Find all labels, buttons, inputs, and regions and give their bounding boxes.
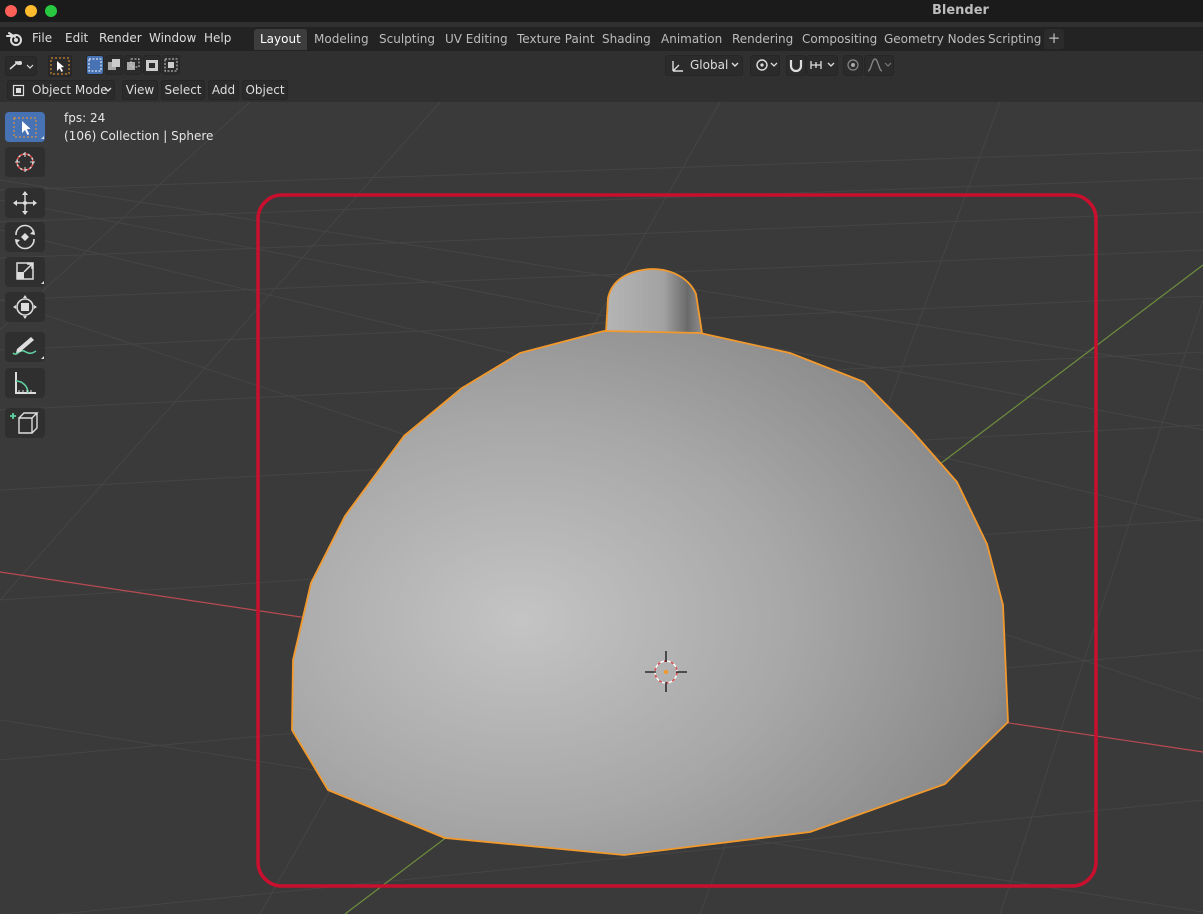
tool-cursor[interactable] bbox=[5, 147, 45, 177]
blender-logo-icon[interactable] bbox=[6, 31, 24, 47]
tool-rotate[interactable] bbox=[5, 222, 45, 252]
close-window-button[interactable] bbox=[5, 5, 17, 17]
transform-icon bbox=[13, 295, 37, 319]
collection-info: (106) Collection | Sphere bbox=[64, 129, 214, 143]
tool-settings-icon bbox=[9, 61, 34, 70]
cursor-icon bbox=[15, 152, 35, 172]
object-mode-label: Object Mode bbox=[32, 83, 108, 97]
transform-orientation-value: Global bbox=[690, 58, 729, 72]
sphere-knob bbox=[605, 268, 703, 334]
tab-geometry-nodes[interactable]: Geometry Nodes bbox=[878, 29, 991, 50]
menu-edit[interactable]: Edit bbox=[65, 31, 88, 45]
rotate-icon bbox=[15, 224, 35, 250]
top-menubar: File Edit Render Window Help Layout Mode… bbox=[0, 27, 1203, 51]
chevron-down-icon bbox=[731, 62, 739, 67]
add-workspace-button[interactable]: + bbox=[1044, 29, 1064, 49]
annotate-icon bbox=[12, 337, 44, 359]
tab-uv-editing[interactable]: UV Editing bbox=[439, 29, 514, 50]
tool-select-box[interactable] bbox=[5, 112, 45, 142]
active-tool-button[interactable] bbox=[48, 55, 72, 77]
mode-subtract-button[interactable] bbox=[124, 55, 142, 75]
proportional-falloff-dropdown[interactable] bbox=[864, 55, 894, 76]
tab-compositing[interactable]: Compositing bbox=[796, 29, 883, 50]
snap-increment-icon bbox=[810, 61, 835, 69]
transform-orientation-dropdown[interactable]: Global bbox=[665, 55, 743, 76]
viewport-scene[interactable] bbox=[0, 102, 1203, 914]
viewport-header: Object Mode View Select Add Object bbox=[0, 78, 1203, 102]
menu-window[interactable]: Window bbox=[149, 31, 196, 45]
mode-intersect-button[interactable] bbox=[162, 55, 180, 75]
tool-transform[interactable] bbox=[5, 292, 45, 322]
object-mode-dropdown[interactable]: Object Mode bbox=[7, 80, 115, 100]
select-invert-icon bbox=[146, 60, 158, 71]
snapping-toggle[interactable] bbox=[786, 55, 806, 76]
menu-file[interactable]: File bbox=[32, 31, 52, 45]
tool-add-cube[interactable] bbox=[5, 408, 45, 438]
orientation-axes-icon bbox=[672, 61, 683, 72]
snap-target-dropdown[interactable] bbox=[806, 55, 838, 76]
menu-help[interactable]: Help bbox=[204, 31, 231, 45]
select-arrow-icon bbox=[50, 57, 70, 75]
mode-invert-button[interactable] bbox=[143, 55, 161, 75]
tool-annotate[interactable] bbox=[5, 332, 45, 362]
tab-animation[interactable]: Animation bbox=[655, 29, 728, 50]
tab-rendering[interactable]: Rendering bbox=[726, 29, 799, 50]
object-mode-icon bbox=[12, 84, 25, 97]
window-titlebar: Blender bbox=[0, 0, 1203, 22]
select-box-icon bbox=[13, 117, 44, 139]
view-menu[interactable]: View bbox=[122, 80, 158, 100]
select-intersect-icon bbox=[164, 58, 178, 72]
sphere-mesh[interactable] bbox=[291, 330, 1009, 856]
maximize-window-button[interactable] bbox=[45, 5, 57, 17]
tab-layout[interactable]: Layout bbox=[254, 29, 307, 50]
app-title: Blender bbox=[932, 3, 989, 18]
pivot-point-icon bbox=[756, 59, 778, 71]
tab-texture-paint[interactable]: Texture Paint bbox=[511, 29, 600, 50]
select-set-icon bbox=[88, 58, 102, 72]
tab-scripting[interactable]: Scripting bbox=[982, 29, 1047, 50]
tab-sculpting[interactable]: Sculpting bbox=[373, 29, 441, 50]
select-extend-icon bbox=[108, 59, 120, 70]
tool-settings-header: Global bbox=[0, 53, 1203, 78]
fps-readout: fps: 24 bbox=[64, 111, 106, 125]
proportional-editing-toggle[interactable] bbox=[843, 55, 863, 76]
minimize-window-button[interactable] bbox=[25, 5, 37, 17]
tool-scale[interactable] bbox=[5, 257, 45, 287]
magnet-icon bbox=[789, 60, 803, 73]
tool-options-dropdown[interactable] bbox=[5, 56, 37, 76]
select-menu[interactable]: Select bbox=[161, 80, 205, 100]
3d-viewport[interactable] bbox=[0, 102, 1203, 914]
menu-render[interactable]: Render bbox=[99, 31, 142, 45]
tab-shading[interactable]: Shading bbox=[596, 29, 657, 50]
add-cube-icon bbox=[10, 412, 39, 434]
select-subtract-icon bbox=[127, 58, 140, 70]
scale-icon bbox=[16, 262, 44, 284]
tool-move[interactable] bbox=[5, 188, 45, 218]
mode-extend-button[interactable] bbox=[105, 55, 123, 75]
falloff-curve-icon bbox=[867, 58, 892, 72]
move-icon bbox=[13, 191, 37, 215]
tool-measure[interactable] bbox=[5, 368, 45, 398]
pivot-point-dropdown[interactable] bbox=[750, 55, 780, 76]
measure-icon bbox=[15, 372, 36, 394]
mode-set-button[interactable] bbox=[86, 55, 104, 75]
tab-modeling[interactable]: Modeling bbox=[308, 29, 375, 50]
object-menu[interactable]: Object bbox=[242, 80, 288, 100]
proportional-editing-icon bbox=[847, 59, 859, 71]
chevron-down-icon bbox=[104, 87, 112, 92]
add-menu[interactable]: Add bbox=[208, 80, 239, 100]
